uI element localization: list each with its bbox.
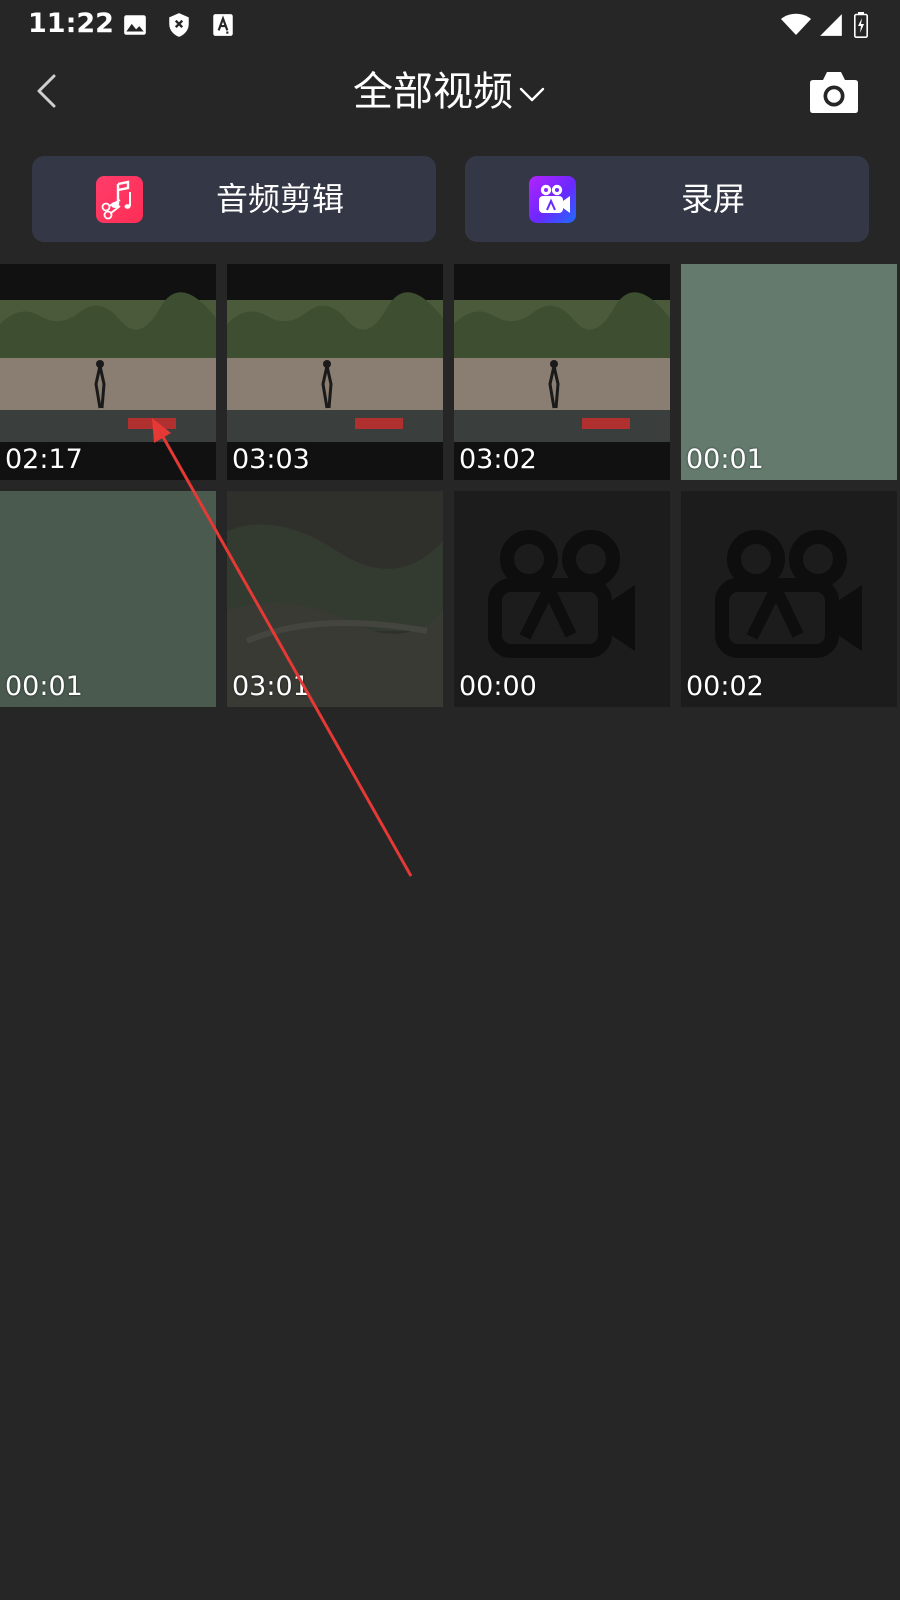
video-duration: 03:03 [232,444,310,475]
status-time: 11:22 [28,8,114,39]
video-thumbnail-6[interactable]: 03:01 [227,491,443,707]
wifi-icon [781,13,811,35]
video-camera-icon [529,176,576,223]
video-thumbnail-8[interactable]: 00:02 [681,491,897,707]
font-a-icon [213,14,233,36]
video-placeholder-icon [715,530,862,658]
video-duration: 03:01 [232,671,310,702]
screen-record-button[interactable]: 录屏 [465,156,869,242]
battery-charging-icon [854,12,868,38]
video-placeholder-icon [488,530,635,658]
video-duration: 02:17 [5,444,83,475]
status-bar: 11:22 [0,0,900,48]
title-bar: 全部视频 [0,60,900,124]
camera-button[interactable] [808,68,860,116]
video-thumbnail-1[interactable]: 02:17 [0,264,216,480]
shield-x-icon [169,13,189,37]
video-duration: 00:00 [459,671,537,702]
video-thumbnail-2[interactable]: 03:03 [227,264,443,480]
audio-edit-button[interactable]: 音频剪辑 [32,156,436,242]
music-scissors-icon [96,176,143,223]
video-duration: 00:01 [5,671,83,702]
video-thumbnail-3[interactable]: 03:02 [454,264,670,480]
page-title: 全部视频 [353,69,513,115]
video-thumbnail-7[interactable]: 00:00 [454,491,670,707]
video-duration: 00:02 [686,671,764,702]
video-duration: 00:01 [686,444,764,475]
chevron-down-icon [519,87,545,102]
screen: 11:22 全部视频 音频剪辑 录屏 02:17 03:03 03:02 00:… [0,0,900,1600]
screen-record-label: 录屏 [681,180,746,218]
cell-signal-icon [820,14,842,36]
image-icon [124,15,146,35]
folder-selector[interactable]: 全部视频 [353,60,547,124]
video-duration: 03:02 [459,444,537,475]
audio-edit-label: 音频剪辑 [216,180,345,218]
video-thumbnail-4[interactable]: 00:01 [681,264,897,480]
video-thumbnail-5[interactable]: 00:01 [0,491,216,707]
